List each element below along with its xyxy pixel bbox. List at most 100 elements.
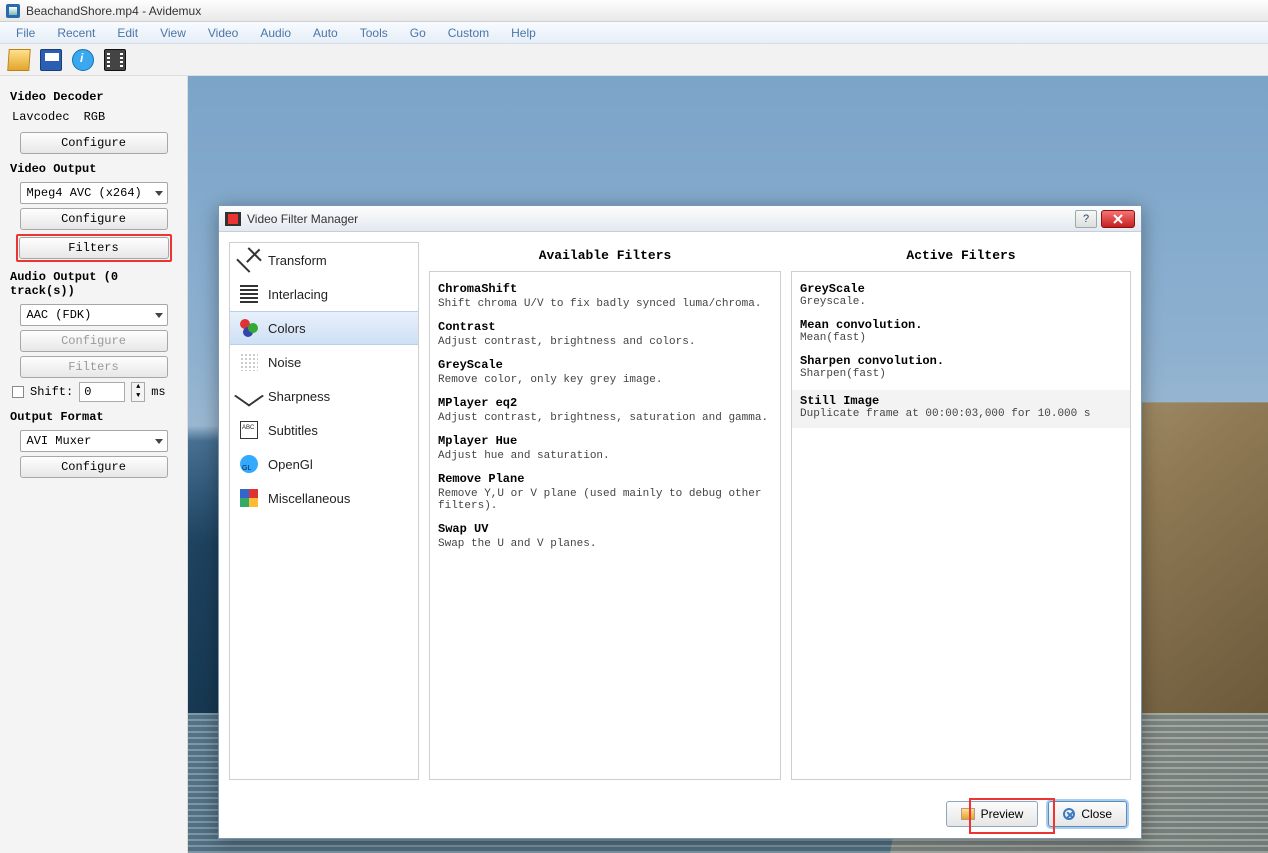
filter-desc: Adjust hue and saturation. [438,450,772,462]
shift-spinner[interactable]: ▲▼ [131,382,145,402]
filter-categories: Transform Interlacing Colors Noise Sharp… [229,242,419,780]
chevron-down-icon [155,191,163,196]
category-sharpness[interactable]: Sharpness [230,379,418,413]
filter-desc: Remove Y,U or V plane (used mainly to de… [438,488,772,512]
available-filter-item[interactable]: MPlayer eq2 Adjust contrast, brightness, … [438,396,772,424]
category-miscellaneous[interactable]: Miscellaneous [230,481,418,515]
menu-help[interactable]: Help [501,24,546,42]
category-opengl[interactable]: OpenGl [230,447,418,481]
menubar: File Recent Edit View Video Audio Auto T… [0,22,1268,44]
preview-button[interactable]: Preview [946,801,1039,827]
menu-video[interactable]: Video [198,24,248,42]
menu-go[interactable]: Go [400,24,436,42]
chevron-down-icon [155,313,163,318]
filter-name: MPlayer eq2 [438,396,772,410]
close-button[interactable]: Close [1048,801,1127,827]
available-filter-item[interactable]: ChromaShiftShift chroma U/V to fix badly… [438,282,772,310]
calculator-icon[interactable] [104,49,126,71]
menu-recent[interactable]: Recent [47,24,105,42]
category-label: Miscellaneous [268,491,350,506]
category-subtitles[interactable]: Subtitles [230,413,418,447]
active-filter-item[interactable]: Sharpen convolution.Sharpen(fast) [800,354,1122,380]
available-filter-item[interactable]: Swap UVSwap the U and V planes. [438,522,772,550]
transform-icon [236,247,261,272]
menu-edit[interactable]: Edit [107,24,148,42]
active-filters-list: GreyScaleGreyscale. Mean convolution.Mea… [791,271,1131,780]
menu-view[interactable]: View [150,24,196,42]
filter-name: GreyScale [800,282,1122,296]
filter-desc: Adjust contrast, brightness, saturation … [438,412,772,424]
available-filter-item[interactable]: Contrast Adjust contrast, brightness and … [438,320,772,348]
video-filters-button[interactable]: Filters [19,237,169,259]
active-filter-item[interactable]: Still ImageDuplicate frame at 00:00:03,0… [792,390,1130,428]
shift-input[interactable] [79,382,125,402]
available-filter-item[interactable]: Mplayer Hue Adjust hue and saturation. [438,434,772,462]
video-output-select[interactable]: Mpeg4 AVC (x264) [20,182,168,204]
menu-audio[interactable]: Audio [250,24,301,42]
shift-checkbox[interactable] [12,386,24,398]
filter-desc: Adjust contrast, brightness and colors. [438,336,772,348]
output-format-select[interactable]: AVI Muxer [20,430,168,452]
audio-output-select[interactable]: AAC (FDK) [20,304,168,326]
sharpness-icon [234,386,264,407]
subtitles-icon [240,421,258,439]
preview-label: Preview [981,807,1024,821]
filter-name: Mean convolution. [800,318,1122,332]
audio-output-title: Audio Output (0 track(s)) [10,270,177,298]
colors-icon [240,319,258,337]
titlebar: BeachandShore.mp4 - Avidemux [0,0,1268,22]
preview-icon [961,808,975,820]
open-icon[interactable] [7,49,31,71]
close-icon [1063,808,1075,820]
opengl-icon [240,455,258,473]
shift-label: Shift: [30,385,73,399]
category-label: Sharpness [268,389,330,404]
menu-tools[interactable]: Tools [350,24,398,42]
filter-name: Still Image [800,394,1122,408]
category-transform[interactable]: Transform [230,243,418,277]
save-icon[interactable] [40,49,62,71]
decoder-codec: Lavcodec [12,110,70,124]
filter-name: GreyScale [438,358,772,372]
menu-auto[interactable]: Auto [303,24,348,42]
category-noise[interactable]: Noise [230,345,418,379]
close-label: Close [1081,807,1112,821]
filter-sub: Mean(fast) [800,332,1122,344]
output-format-title: Output Format [10,410,177,424]
info-icon[interactable] [72,49,94,71]
dialog-footer: Preview Close [219,790,1141,838]
interlacing-icon [240,285,258,303]
filter-sub: Greyscale. [800,296,1122,308]
output-format-configure-button[interactable]: Configure [20,456,168,478]
help-button[interactable]: ? [1075,210,1097,228]
filter-name: ChromaShift [438,282,772,296]
audio-configure-button: Configure [20,330,168,352]
dialog-titlebar[interactable]: Video Filter Manager ? [219,206,1141,232]
filter-name: Contrast [438,320,772,334]
output-format-value: AVI Muxer [27,434,92,448]
menu-file[interactable]: File [6,24,45,42]
active-filters-heading: Active Filters [791,242,1131,271]
available-filter-item[interactable]: Remove PlaneRemove Y,U or V plane (used … [438,472,772,512]
video-output-configure-button[interactable]: Configure [20,208,168,230]
category-label: Interlacing [268,287,328,302]
filter-name: Mplayer Hue [438,434,772,448]
filter-sub: Duplicate frame at 00:00:03,000 for 10.0… [800,408,1122,420]
dialog-close-button[interactable] [1101,210,1135,228]
filter-desc: Swap the U and V planes. [438,538,772,550]
available-filters-heading: Available Filters [429,242,781,271]
category-colors[interactable]: Colors [230,311,418,345]
active-filter-item[interactable]: GreyScaleGreyscale. [800,282,1122,308]
available-filters-list: ChromaShiftShift chroma U/V to fix badly… [429,271,781,780]
decoder-configure-button[interactable]: Configure [20,132,168,154]
toolbar [0,44,1268,76]
filter-desc: Remove color, only key grey image. [438,374,772,386]
decoder-colorspace: RGB [84,110,106,124]
active-filter-item[interactable]: Mean convolution.Mean(fast) [800,318,1122,344]
category-interlacing[interactable]: Interlacing [230,277,418,311]
category-label: Noise [268,355,301,370]
available-filter-item[interactable]: GreyScale Remove color, only key grey ima… [438,358,772,386]
video-output-title: Video Output [10,162,177,176]
menu-custom[interactable]: Custom [438,24,499,42]
shift-unit: ms [151,385,165,399]
